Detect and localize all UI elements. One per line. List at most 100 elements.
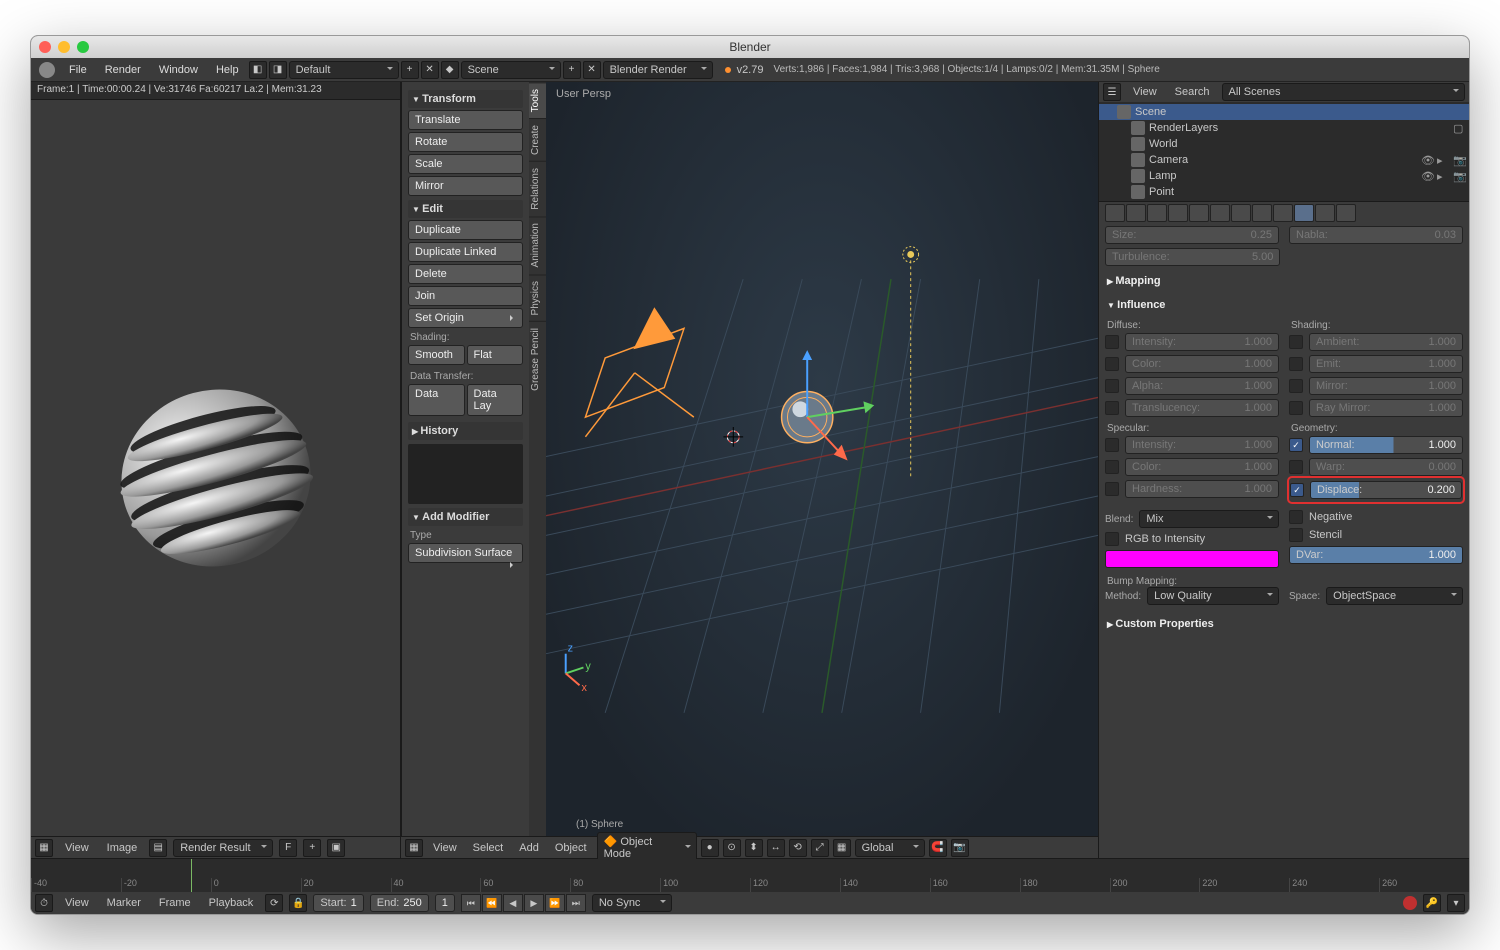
check-geo-warp[interactable] — [1289, 460, 1303, 474]
tab-modifiers-icon[interactable] — [1231, 204, 1251, 222]
btn-mirror[interactable]: Mirror — [408, 176, 523, 196]
render-viewport[interactable] — [31, 100, 400, 836]
outliner-scope-dropdown[interactable]: All Scenes — [1222, 83, 1465, 101]
outliner-lamp[interactable]: Lamp👁▸📷 — [1099, 168, 1469, 184]
manip-translate-icon[interactable]: ↔ — [767, 839, 785, 857]
tl-menu-frame[interactable]: Frame — [153, 895, 197, 911]
color-swatch[interactable] — [1105, 550, 1279, 568]
tab-data-icon[interactable] — [1252, 204, 1272, 222]
btn-scale[interactable]: Scale — [408, 154, 523, 174]
scene-remove-icon[interactable]: ✕ — [583, 61, 601, 79]
image-browse-icon[interactable]: ▤ — [149, 839, 167, 857]
outliner-search[interactable]: Search — [1169, 84, 1216, 100]
field-diff-intensity[interactable]: Intensity:1.000 — [1125, 333, 1279, 351]
play-icon[interactable]: ▶ — [524, 894, 544, 912]
tab-relations[interactable]: Relations — [529, 161, 546, 216]
menu-file[interactable]: File — [61, 61, 95, 79]
field-start-frame[interactable]: Start:1 — [313, 894, 363, 912]
keyframe-prev-icon[interactable]: ⏪ — [482, 894, 502, 912]
menu-window[interactable]: Window — [151, 61, 206, 79]
vp-menu-object[interactable]: Object — [549, 840, 593, 856]
btn-join[interactable]: Join — [408, 286, 523, 306]
snap-icon[interactable]: 🧲 — [929, 839, 947, 857]
keyframe-next-icon[interactable]: ⏩ — [545, 894, 565, 912]
field-shad-raymirror[interactable]: Ray Mirror:1.000 — [1309, 399, 1463, 417]
field-dvar[interactable]: DVar:1.000 — [1289, 546, 1463, 564]
panel-add-modifier[interactable]: Add Modifier — [408, 508, 523, 526]
tab-renderlayers-icon[interactable] — [1126, 204, 1146, 222]
blender-logo-icon[interactable] — [39, 62, 55, 78]
layout-next-icon[interactable]: ◨ — [269, 61, 287, 79]
check-geo-normal[interactable] — [1289, 438, 1303, 452]
scene-browse-icon[interactable]: ◆ — [441, 61, 459, 79]
shading-icon[interactable]: ● — [701, 839, 719, 857]
check-spec-color[interactable] — [1105, 460, 1119, 474]
check-rgb-intensity[interactable] — [1105, 532, 1119, 546]
section-custom-props[interactable]: Custom Properties — [1105, 615, 1463, 633]
field-diff-color[interactable]: Color:1.000 — [1125, 355, 1279, 373]
dropdown-blend[interactable]: Mix — [1139, 510, 1279, 528]
tab-world-icon[interactable] — [1168, 204, 1188, 222]
tab-material-icon[interactable] — [1273, 204, 1293, 222]
render-menu-image[interactable]: Image — [101, 840, 144, 856]
play-reverse-icon[interactable]: ◀ — [503, 894, 523, 912]
fake-user-icon[interactable]: F — [279, 839, 297, 857]
tab-constraints-icon[interactable] — [1210, 204, 1230, 222]
dropdown-bump-space[interactable]: ObjectSpace — [1326, 587, 1463, 605]
check-diff-intensity[interactable] — [1105, 335, 1119, 349]
tab-texture-icon[interactable] — [1294, 204, 1314, 222]
engine-dropdown[interactable]: Blender Render — [603, 61, 713, 79]
layout-remove-icon[interactable]: ✕ — [421, 61, 439, 79]
tab-create[interactable]: Create — [529, 118, 546, 161]
manip-toggle-icon[interactable]: ⬍ — [745, 839, 763, 857]
field-end-frame[interactable]: End:250 — [370, 894, 429, 912]
btn-delete[interactable]: Delete — [408, 264, 523, 284]
pivot-icon[interactable]: ⊙ — [723, 839, 741, 857]
field-size[interactable]: Size:0.25 — [1105, 226, 1279, 244]
field-shad-ambient[interactable]: Ambient:1.000 — [1309, 333, 1463, 351]
field-turbulence[interactable]: Turbulence:5.00 — [1105, 248, 1280, 266]
tab-physics[interactable]: Physics — [529, 274, 546, 321]
check-geo-displace[interactable] — [1290, 483, 1304, 497]
dropdown-bump-method[interactable]: Low Quality — [1147, 587, 1279, 605]
field-shad-mirror[interactable]: Mirror:1.000 — [1309, 377, 1463, 395]
jump-start-icon[interactable]: ⏮ — [461, 894, 481, 912]
btn-rotate[interactable]: Rotate — [408, 132, 523, 152]
btn-set-origin[interactable]: Set Origin — [408, 308, 523, 328]
manip-scale-icon[interactable]: ⤢ — [811, 839, 829, 857]
dropdown-modifier-type[interactable]: Subdivision Surface — [408, 543, 523, 563]
outliner-world[interactable]: World — [1099, 136, 1469, 152]
outliner-type-icon[interactable]: ☰ — [1103, 83, 1121, 101]
scene-add-icon[interactable]: + — [563, 61, 581, 79]
check-shad-mirror[interactable] — [1289, 379, 1303, 393]
outliner-camera[interactable]: Camera👁▸📷 — [1099, 152, 1469, 168]
tl-menu-marker[interactable]: Marker — [101, 895, 147, 911]
section-influence[interactable]: Influence — [1105, 296, 1463, 314]
autokey-record-icon[interactable] — [1403, 896, 1417, 910]
layout-dropdown[interactable]: Default — [289, 61, 399, 79]
btn-duplicate-linked[interactable]: Duplicate Linked — [408, 242, 523, 262]
render-slot-dropdown[interactable]: Render Result — [173, 839, 273, 857]
editor-type-3d-icon[interactable]: ▦ — [405, 839, 423, 857]
sync-dropdown[interactable]: No Sync — [592, 894, 672, 912]
check-negative[interactable] — [1289, 510, 1303, 524]
menu-render[interactable]: Render — [97, 61, 149, 79]
btn-datalay[interactable]: Data Lay — [467, 384, 524, 416]
btn-flat[interactable]: Flat — [467, 345, 524, 365]
check-spec-intensity[interactable] — [1105, 438, 1119, 452]
field-spec-intensity[interactable]: Intensity:1.000 — [1125, 436, 1279, 454]
tl-menu-view[interactable]: View — [59, 895, 95, 911]
field-diff-alpha[interactable]: Alpha:1.000 — [1125, 377, 1279, 395]
field-spec-hardness[interactable]: Hardness:1.000 — [1125, 480, 1279, 498]
btn-smooth[interactable]: Smooth — [408, 345, 465, 365]
editor-type-icon[interactable]: ▦ — [35, 839, 53, 857]
check-diff-alpha[interactable] — [1105, 379, 1119, 393]
tab-grease-pencil[interactable]: Grease Pencil — [529, 321, 546, 397]
tab-tools[interactable]: Tools — [529, 82, 546, 118]
outliner-point[interactable]: Point — [1099, 184, 1469, 200]
image-pin-icon[interactable]: ▣ — [327, 839, 345, 857]
layers-icon[interactable]: ▦ — [833, 839, 851, 857]
render-preview-icon[interactable]: 📷 — [951, 839, 969, 857]
outliner-renderlayers[interactable]: RenderLayers▢ — [1099, 120, 1469, 136]
btn-duplicate[interactable]: Duplicate — [408, 220, 523, 240]
